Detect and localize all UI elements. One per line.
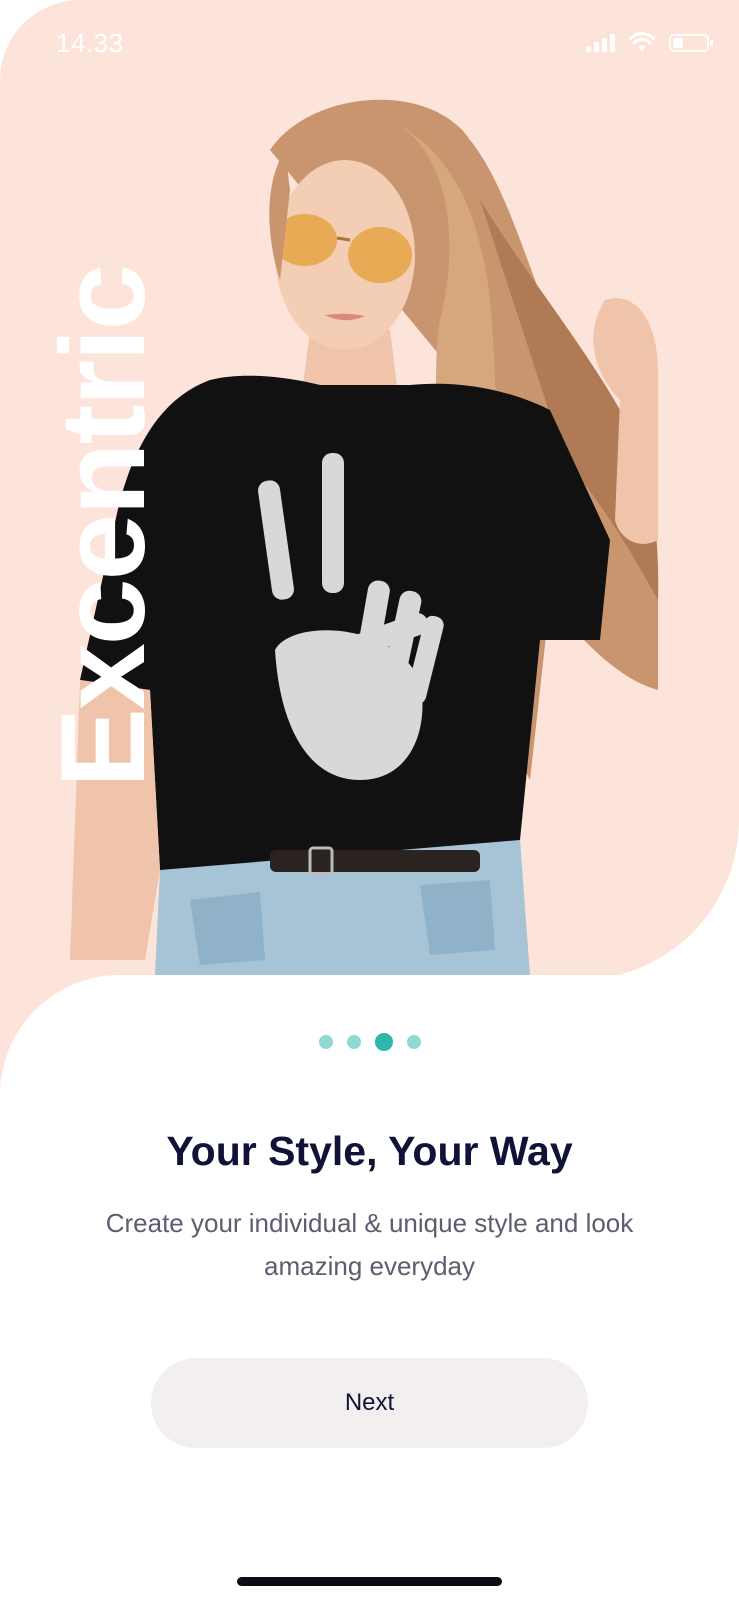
status-icons (586, 32, 713, 52)
onboarding-title: Your Style, Your Way (166, 1128, 573, 1174)
brand-word: Excentric (36, 188, 170, 788)
pager-dot[interactable] (318, 1035, 333, 1049)
cellular-signal-icon (586, 32, 615, 52)
next-button[interactable]: Next (151, 1358, 588, 1448)
onboarding-pager (0, 1033, 739, 1051)
pager-dot[interactable] (406, 1035, 421, 1049)
home-indicator[interactable] (237, 1577, 502, 1586)
pager-dot[interactable] (346, 1035, 361, 1049)
onboarding-subtitle: Create your individual & unique style an… (105, 1208, 634, 1281)
status-time: 14.33 (56, 28, 124, 58)
pager-dot-active[interactable] (374, 1033, 393, 1051)
status-bar: 14.33 (0, 0, 739, 88)
brand-word-text: Excentric (36, 265, 170, 788)
battery-icon (669, 34, 713, 52)
wifi-icon (629, 32, 655, 51)
